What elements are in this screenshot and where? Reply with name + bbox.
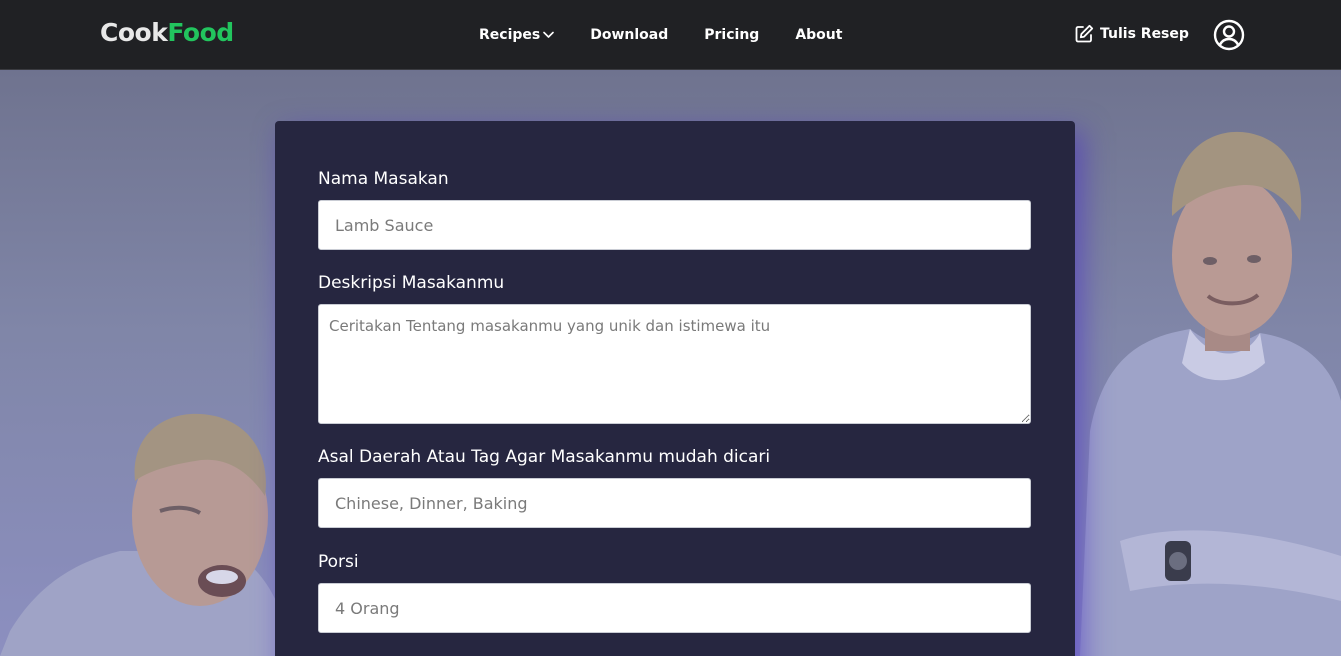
tags-input[interactable] [318,478,1031,528]
nav-recipes[interactable]: Recipes [479,27,555,43]
brand-logo[interactable]: CookFood [100,18,234,47]
dish-name-input[interactable] [318,200,1031,250]
nav-recipes-label: Recipes [479,27,541,43]
account-button[interactable] [1213,19,1245,55]
nav-download[interactable]: Download [590,27,668,43]
description-label: Deskripsi Masakanmu [318,273,505,293]
description-textarea[interactable] [318,304,1031,424]
nav-about[interactable]: About [795,27,842,43]
top-navbar: CookFood Recipes Download Pricing About … [0,0,1341,70]
tags-label: Asal Daerah Atau Tag Agar Masakanmu muda… [318,447,771,467]
edit-icon [1075,24,1094,43]
portions-label: Porsi [318,552,359,572]
recipe-form-card: Nama Masakan Deskripsi Masakanmu Asal Da… [275,121,1075,656]
write-recipe-button[interactable]: Tulis Resep [1074,24,1189,44]
nav-pricing[interactable]: Pricing [704,27,759,43]
brand-logo-food: Food [167,18,234,47]
user-circle-icon [1213,19,1245,51]
brand-logo-cook: Cook [100,18,168,47]
dish-name-label: Nama Masakan [318,169,449,189]
main-nav: Recipes Download Pricing About [479,25,842,45]
chef-photo-left [0,413,290,656]
write-recipe-label: Tulis Resep [1100,26,1189,42]
chef-photo-right [1080,131,1341,656]
chevron-down-icon [543,31,555,38]
portions-input[interactable] [318,583,1031,633]
